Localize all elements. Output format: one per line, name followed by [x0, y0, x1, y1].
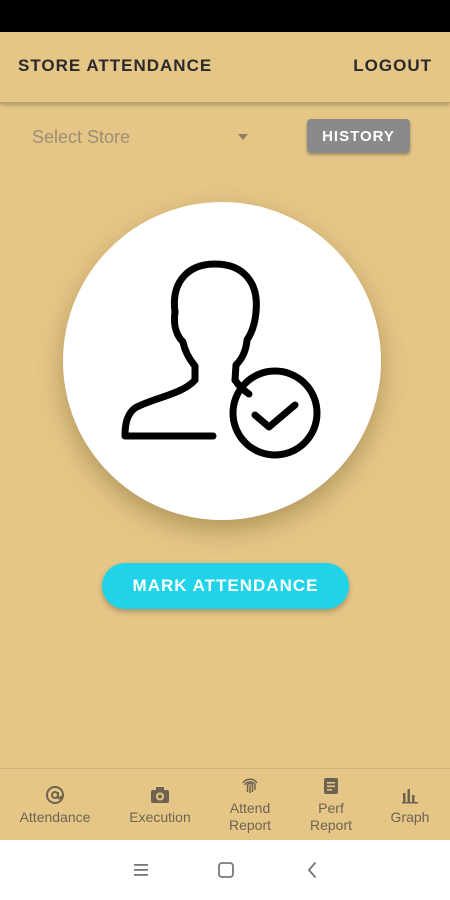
system-navigation-bar: [0, 840, 450, 900]
mark-attendance-button[interactable]: MARK ATTENDANCE: [102, 563, 349, 609]
bottom-navigation: Attendance Execution Attend Report Perf …: [0, 768, 450, 841]
document-icon: [324, 778, 338, 794]
status-bar: [0, 0, 450, 32]
page-title: STORE ATTENDANCE: [18, 56, 213, 75]
nav-item-attendance[interactable]: Attendance: [10, 769, 100, 841]
recents-icon[interactable]: [132, 860, 150, 880]
history-button[interactable]: HISTORY: [307, 119, 410, 153]
nav-label-perf-report-1: Perf: [318, 800, 344, 816]
bar-chart-icon: [402, 788, 418, 803]
store-select-dropdown[interactable]: Select Store: [32, 122, 254, 156]
nav-item-attend-report[interactable]: Attend Report: [205, 769, 295, 841]
store-select-placeholder: Select Store: [32, 127, 131, 147]
nav-label-execution: Execution: [129, 808, 191, 825]
nav-label-attendance: Attendance: [19, 808, 91, 825]
nav-label-attend-report-1: Attend: [229, 800, 271, 816]
back-icon[interactable]: [304, 860, 320, 880]
nav-item-perf-report[interactable]: Perf Report: [286, 769, 376, 841]
user-check-icon: [121, 260, 321, 459]
nav-item-execution[interactable]: Execution: [115, 769, 205, 841]
app-bar: STORE ATTENDANCE LOGOUT: [0, 32, 450, 103]
nav-label-graph: Graph: [390, 808, 430, 825]
home-icon[interactable]: [216, 860, 236, 880]
nav-label-perf-report-2: Report: [309, 817, 353, 833]
logout-button[interactable]: LOGOUT: [353, 56, 432, 76]
nav-item-graph[interactable]: Graph: [365, 769, 450, 841]
dropdown-caret-icon: [238, 134, 248, 140]
fingerprint-icon: [242, 778, 258, 793]
at-icon: [46, 785, 64, 804]
user-check-avatar: [63, 202, 381, 520]
camera-icon: [151, 786, 169, 803]
nav-label-attend-report-2: Report: [228, 817, 272, 833]
